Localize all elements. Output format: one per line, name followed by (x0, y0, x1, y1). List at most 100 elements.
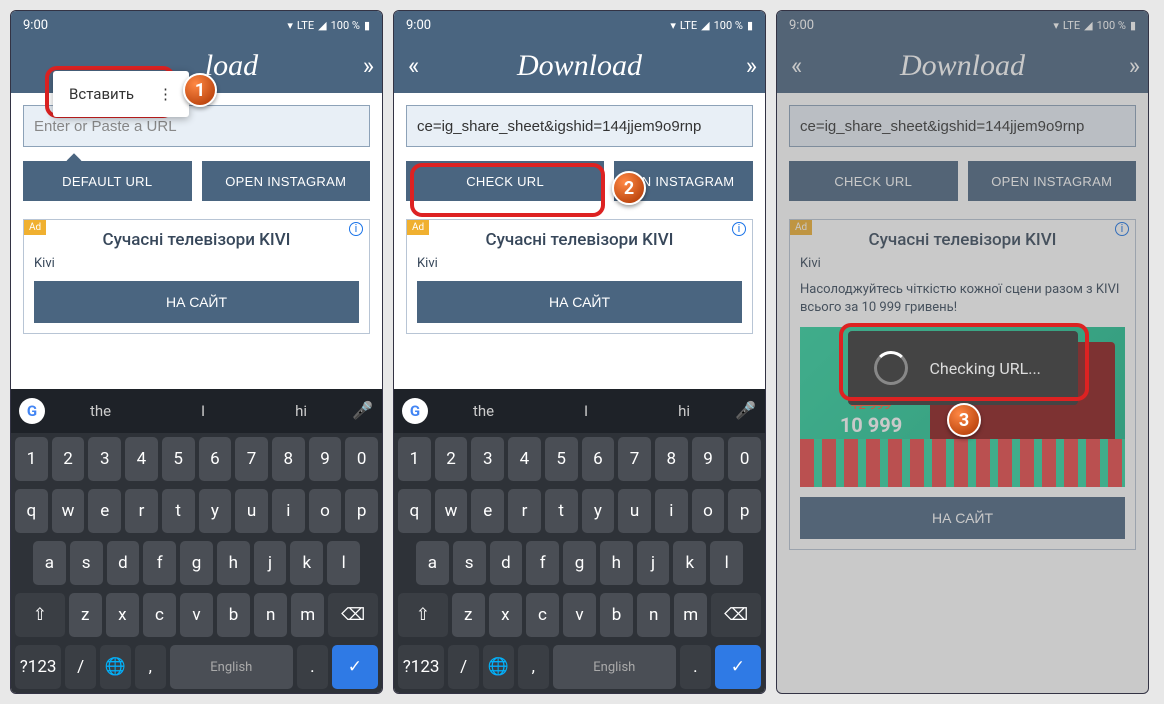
default-url-button[interactable]: DEFAULT URL (23, 161, 192, 201)
key-t[interactable]: t (545, 489, 578, 533)
key-n[interactable]: n (254, 593, 287, 637)
suggestion[interactable]: hi (678, 402, 690, 420)
key-3[interactable]: 3 (88, 437, 121, 481)
key-f[interactable]: f (526, 541, 559, 585)
key-r[interactable]: r (125, 489, 158, 533)
period-key[interactable]: . (297, 645, 328, 689)
key-e[interactable]: e (88, 489, 121, 533)
space-key[interactable]: English (170, 645, 293, 689)
key-z[interactable]: z (452, 593, 485, 637)
enter-key[interactable]: ✓ (332, 645, 378, 689)
symbols-key[interactable]: ?123 (398, 645, 444, 689)
key-9[interactable]: 9 (309, 437, 342, 481)
key-s[interactable]: s (453, 541, 486, 585)
key-2[interactable]: 2 (435, 437, 468, 481)
key-6[interactable]: 6 (582, 437, 615, 481)
key-s[interactable]: s (70, 541, 103, 585)
key-j[interactable]: j (637, 541, 670, 585)
google-icon[interactable]: G (19, 398, 45, 424)
key-m[interactable]: m (674, 593, 707, 637)
key-b[interactable]: b (600, 593, 633, 637)
key-o[interactable]: o (309, 489, 342, 533)
key-9[interactable]: 9 (692, 437, 725, 481)
key-g[interactable]: g (563, 541, 596, 585)
nav-forward-icon[interactable]: » (746, 52, 751, 80)
key-a[interactable]: a (33, 541, 66, 585)
key-3[interactable]: 3 (471, 437, 504, 481)
ad-banner[interactable]: Ad i Сучасні телевізори KIVI Kivi НА САЙ… (406, 219, 753, 334)
shift-key[interactable]: ⇧ (398, 593, 448, 637)
key-c[interactable]: c (526, 593, 559, 637)
key-z[interactable]: z (69, 593, 102, 637)
key-8[interactable]: 8 (272, 437, 305, 481)
key-d[interactable]: d (107, 541, 140, 585)
ad-cta-button[interactable]: НА САЙТ (417, 281, 742, 323)
key-v[interactable]: v (180, 593, 213, 637)
comma-key[interactable]: , (518, 645, 549, 689)
url-input[interactable] (406, 105, 753, 147)
key-e[interactable]: e (471, 489, 504, 533)
key-u[interactable]: u (235, 489, 268, 533)
space-key[interactable]: English (553, 645, 676, 689)
key-q[interactable]: q (398, 489, 431, 533)
key-w[interactable]: w (52, 489, 85, 533)
key-k[interactable]: k (673, 541, 706, 585)
key-6[interactable]: 6 (199, 437, 232, 481)
key-n[interactable]: n (637, 593, 670, 637)
slash-key[interactable]: / (448, 645, 479, 689)
key-a[interactable]: a (416, 541, 449, 585)
key-o[interactable]: o (692, 489, 725, 533)
suggestion[interactable]: the (473, 402, 494, 420)
key-y[interactable]: y (582, 489, 615, 533)
key-g[interactable]: g (180, 541, 213, 585)
key-0[interactable]: 0 (345, 437, 378, 481)
key-h[interactable]: h (600, 541, 633, 585)
key-8[interactable]: 8 (655, 437, 688, 481)
key-v[interactable]: v (563, 593, 596, 637)
suggestion[interactable]: the (90, 402, 111, 420)
ad-cta-button[interactable]: НА САЙТ (34, 281, 359, 323)
key-0[interactable]: 0 (728, 437, 761, 481)
key-p[interactable]: p (345, 489, 378, 533)
key-u[interactable]: u (618, 489, 651, 533)
key-f[interactable]: f (143, 541, 176, 585)
check-url-button[interactable]: CHECK URL (406, 161, 604, 201)
ad-info-icon[interactable]: i (732, 222, 746, 236)
suggestion[interactable]: hi (295, 402, 307, 420)
nav-forward-icon[interactable]: » (363, 52, 368, 80)
slash-key[interactable]: / (65, 645, 96, 689)
backspace-key[interactable]: ⌫ (328, 593, 378, 637)
key-j[interactable]: j (254, 541, 287, 585)
key-1[interactable]: 1 (15, 437, 48, 481)
key-t[interactable]: t (162, 489, 195, 533)
key-m[interactable]: m (291, 593, 324, 637)
key-d[interactable]: d (490, 541, 523, 585)
key-h[interactable]: h (217, 541, 250, 585)
key-7[interactable]: 7 (235, 437, 268, 481)
key-x[interactable]: x (489, 593, 522, 637)
key-4[interactable]: 4 (125, 437, 158, 481)
key-i[interactable]: i (272, 489, 305, 533)
google-icon[interactable]: G (402, 398, 428, 424)
shift-key[interactable]: ⇧ (15, 593, 65, 637)
key-x[interactable]: x (106, 593, 139, 637)
key-4[interactable]: 4 (508, 437, 541, 481)
open-instagram-button[interactable]: OPEN INSTAGRAM (202, 161, 371, 201)
key-5[interactable]: 5 (545, 437, 578, 481)
period-key[interactable]: . (680, 645, 711, 689)
key-y[interactable]: y (199, 489, 232, 533)
key-5[interactable]: 5 (162, 437, 195, 481)
key-p[interactable]: p (728, 489, 761, 533)
key-1[interactable]: 1 (398, 437, 431, 481)
paste-menu-item[interactable]: Вставить (69, 85, 134, 103)
ad-info-icon[interactable]: i (349, 222, 363, 236)
ad-banner[interactable]: Ad i Сучасні телевізори KIVI Kivi НА САЙ… (23, 219, 370, 334)
key-7[interactable]: 7 (618, 437, 651, 481)
symbols-key[interactable]: ?123 (15, 645, 61, 689)
key-r[interactable]: r (508, 489, 541, 533)
key-k[interactable]: k (290, 541, 323, 585)
more-menu-icon[interactable]: ⋮ (158, 88, 173, 100)
backspace-key[interactable]: ⌫ (711, 593, 761, 637)
suggestion[interactable]: I (201, 402, 205, 420)
mic-icon[interactable]: 🎤 (735, 401, 757, 421)
